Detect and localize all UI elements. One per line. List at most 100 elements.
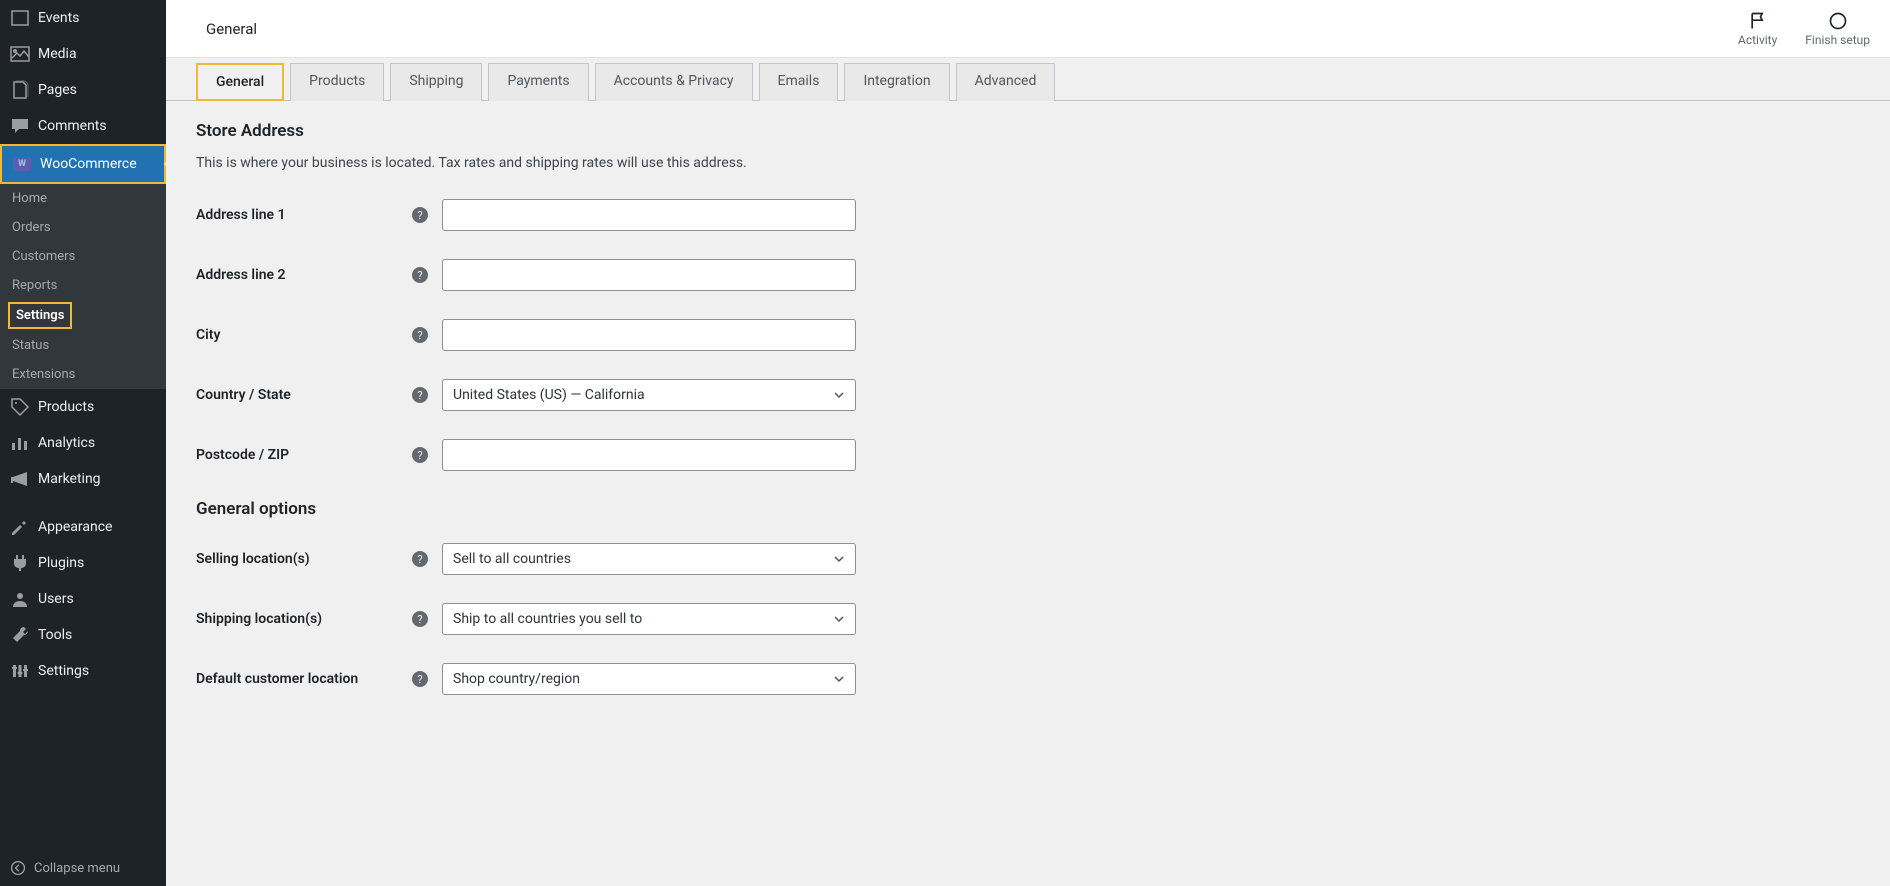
address2-label: Address line 2 [196,267,412,283]
country-state-label: Country / State [196,387,412,403]
store-address-description: This is where your business is located. … [196,155,1870,171]
calendar-icon [10,8,30,28]
tab-accounts-privacy[interactable]: Accounts & Privacy [595,63,753,101]
finish-setup-button[interactable]: Finish setup [1805,11,1870,47]
tab-general[interactable]: General [196,63,284,101]
city-input[interactable] [442,319,856,351]
sidebar-label: Users [38,591,74,607]
tab-products[interactable]: Products [290,63,384,101]
products-icon [10,397,30,417]
topbar: General Activity Finish setup [166,0,1890,58]
sidebar-item-tools[interactable]: Tools [0,617,166,653]
city-label: City [196,327,412,343]
selling-locations-select[interactable]: Sell to all countries [442,543,856,575]
tab-payments[interactable]: Payments [488,63,588,101]
default-customer-location-label: Default customer location [196,671,412,687]
tab-advanced[interactable]: Advanced [956,63,1056,101]
settings-content: Store Address This is where your busines… [166,101,1890,715]
help-icon[interactable]: ? [412,327,428,343]
sidebar-item-users[interactable]: Users [0,581,166,617]
marketing-icon [10,469,30,489]
shipping-locations-select[interactable]: Ship to all countries you sell to [442,603,856,635]
sidebar-label: Products [38,399,94,415]
circle-icon [1828,11,1848,31]
general-options-heading: General options [196,499,1870,519]
sidebar-item-appearance[interactable]: Appearance [0,509,166,545]
sidebar-item-settings[interactable]: Settings [0,653,166,689]
help-icon[interactable]: ? [412,207,428,223]
default-customer-location-select[interactable]: Shop country/region [442,663,856,695]
submenu-orders[interactable]: Orders [0,213,166,242]
finish-setup-label: Finish setup [1805,33,1870,47]
sidebar-label: Analytics [38,435,95,451]
postcode-label: Postcode / ZIP [196,447,412,463]
pages-icon [10,80,30,100]
woo-icon: W [12,154,32,174]
submenu-extensions[interactable]: Extensions [0,360,166,389]
sidebar-label: WooCommerce [40,156,137,172]
appearance-icon [10,517,30,537]
default-customer-location-value: Shop country/region [453,671,580,687]
sidebar-label: Media [38,46,77,62]
main-panel: General Activity Finish setup General Pr… [166,0,1890,886]
sidebar-label: Plugins [38,555,84,571]
comments-icon [10,116,30,136]
chevron-down-icon [833,553,845,565]
postcode-input[interactable] [442,439,856,471]
help-icon[interactable]: ? [412,551,428,567]
page-title: General [206,20,257,38]
sidebar-item-woocommerce[interactable]: W WooCommerce [0,144,166,184]
help-icon[interactable]: ? [412,611,428,627]
submenu-home[interactable]: Home [0,184,166,213]
address2-input[interactable] [442,259,856,291]
woocommerce-submenu: Home Orders Customers Reports Settings S… [0,184,166,389]
plugins-icon [10,553,30,573]
tab-integration[interactable]: Integration [844,63,949,101]
collapse-label: Collapse menu [34,861,120,876]
sidebar-label: Events [38,10,79,26]
activity-button[interactable]: Activity [1738,11,1777,47]
store-address-heading: Store Address [196,121,1870,141]
tab-emails[interactable]: Emails [759,63,839,101]
sidebar-item-plugins[interactable]: Plugins [0,545,166,581]
shipping-locations-label: Shipping location(s) [196,611,412,627]
collapse-menu[interactable]: Collapse menu [0,850,166,886]
activity-label: Activity [1738,33,1777,47]
sidebar-label: Appearance [38,519,112,535]
help-icon[interactable]: ? [412,267,428,283]
admin-sidebar: Events Media Pages Comments W WooCommerc… [0,0,166,886]
address1-label: Address line 1 [196,207,412,223]
help-icon[interactable]: ? [412,671,428,687]
sidebar-label: Tools [38,627,72,643]
submenu-status[interactable]: Status [0,331,166,360]
sidebar-item-media[interactable]: Media [0,36,166,72]
country-state-value: United States (US) — California [453,387,645,403]
flag-icon [1748,11,1768,31]
chevron-down-icon [833,389,845,401]
settings-icon [10,661,30,681]
selling-locations-label: Selling location(s) [196,551,412,567]
settings-tabs: General Products Shipping Payments Accou… [166,58,1890,101]
submenu-customers[interactable]: Customers [0,242,166,271]
sidebar-item-events[interactable]: Events [0,0,166,36]
media-icon [10,44,30,64]
sidebar-item-analytics[interactable]: Analytics [0,425,166,461]
sidebar-item-products[interactable]: Products [0,389,166,425]
users-icon [10,589,30,609]
help-icon[interactable]: ? [412,447,428,463]
chevron-down-icon [833,613,845,625]
sidebar-label: Pages [38,82,77,98]
submenu-settings[interactable]: Settings [8,302,72,329]
country-state-select[interactable]: United States (US) — California [442,379,856,411]
sidebar-label: Settings [38,663,89,679]
submenu-reports[interactable]: Reports [0,271,166,300]
sidebar-item-marketing[interactable]: Marketing [0,461,166,497]
chevron-down-icon [833,673,845,685]
sidebar-label: Marketing [38,471,101,487]
tab-shipping[interactable]: Shipping [390,63,482,101]
help-icon[interactable]: ? [412,387,428,403]
sidebar-item-pages[interactable]: Pages [0,72,166,108]
address1-input[interactable] [442,199,856,231]
sidebar-item-comments[interactable]: Comments [0,108,166,144]
collapse-icon [10,860,26,876]
